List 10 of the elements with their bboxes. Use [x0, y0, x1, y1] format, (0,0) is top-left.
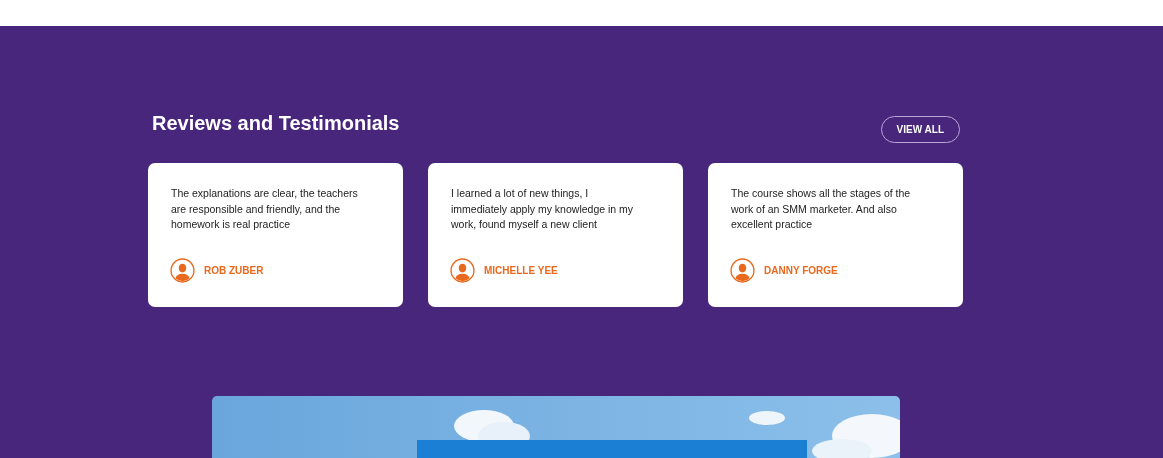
author-name: ROB ZUBER [204, 265, 264, 276]
person-avatar-icon [170, 258, 195, 283]
author-name: DANNY FORGE [764, 265, 838, 276]
person-avatar-icon [730, 258, 755, 283]
review-text: I learned a lot of new things, I immediately apply my knowledge in my work, found myself a new client [451, 186, 635, 232]
review-text: The explanations are clear, the teachers are responsible and friendly, and the homework is real practice [171, 186, 359, 232]
section-title: Reviews and Testimonials [152, 112, 400, 135]
author-name: MICHELLE YEE [484, 265, 558, 276]
review-text: The course shows all the stages of the work of an SMM marketer. And also excellent practice [731, 186, 912, 232]
person-avatar-icon [450, 258, 475, 283]
